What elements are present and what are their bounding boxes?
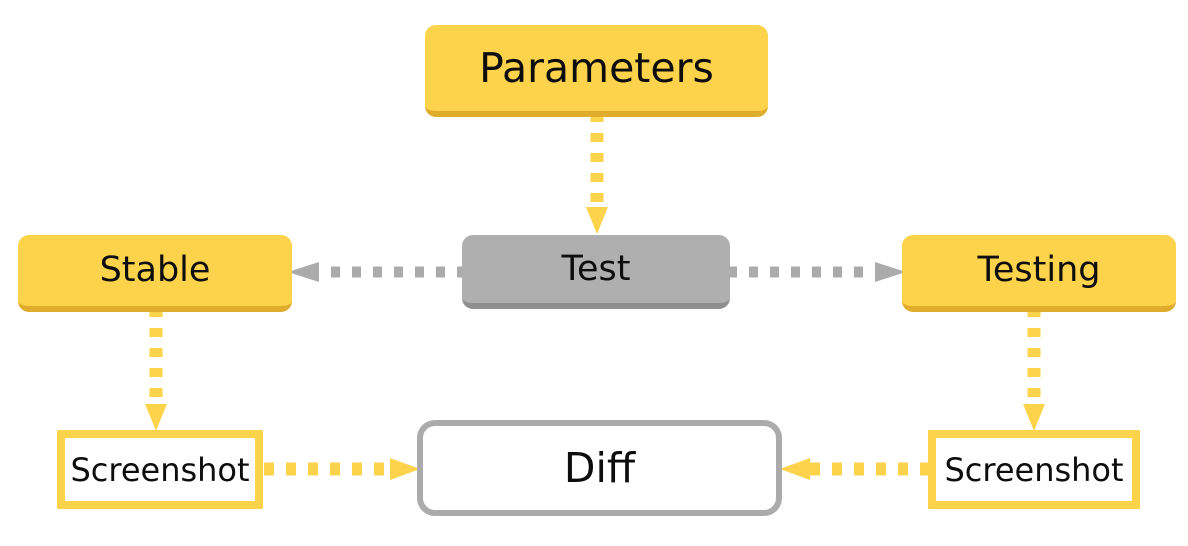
edge-screenshot-left-to-diff xyxy=(264,458,420,480)
node-diff-label: Diff xyxy=(563,443,636,492)
node-testing[interactable]: Testing xyxy=(902,235,1176,312)
edge-testing-to-screenshot-right xyxy=(1023,308,1045,432)
node-screenshot-left-label: Screenshot xyxy=(70,450,250,489)
node-testing-label: Testing xyxy=(977,250,1101,290)
node-screenshot-left[interactable]: Screenshot xyxy=(57,430,263,509)
node-screenshot-right[interactable]: Screenshot xyxy=(928,430,1140,509)
node-stable-label: Stable xyxy=(99,250,211,290)
diagram-canvas: Parameters Test Stable Testing Screensho… xyxy=(0,0,1188,546)
edge-test-to-testing xyxy=(728,262,906,282)
node-parameters[interactable]: Parameters xyxy=(425,25,768,117)
edge-stable-to-screenshot-left xyxy=(145,308,167,432)
node-test-label: Test xyxy=(561,248,631,289)
node-diff[interactable]: Diff xyxy=(417,420,782,516)
node-parameters-label: Parameters xyxy=(479,43,714,92)
node-screenshot-right-label: Screenshot xyxy=(944,450,1124,489)
edge-screenshot-right-to-diff xyxy=(780,458,930,480)
edge-test-to-stable xyxy=(288,262,466,282)
node-stable[interactable]: Stable xyxy=(18,235,292,312)
node-test[interactable]: Test xyxy=(462,235,730,309)
edge-parameters-to-test xyxy=(586,113,608,235)
